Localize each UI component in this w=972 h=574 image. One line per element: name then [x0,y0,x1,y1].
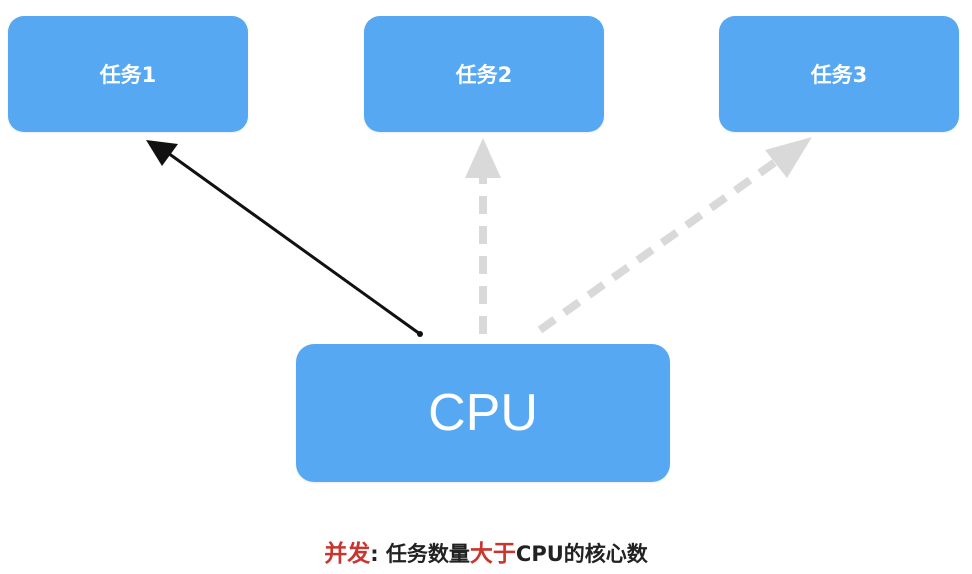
cpu-box: CPU [296,344,670,482]
task-2-label: 任务2 [455,63,513,87]
inactive-arrow-to-task-2 [465,138,501,334]
caption-part-2: CPU的核心数 [515,542,648,566]
task-1-label: 任务1 [99,63,157,87]
caption: 并发: 任务数量大于CPU的核心数 [0,534,972,568]
task-2-box: 任务2 [364,16,604,132]
task-1-box: 任务1 [8,16,248,132]
caption-term: 并发 [324,541,371,567]
inactive-arrow-to-task-3 [537,137,812,334]
active-arrow-to-task-1 [146,140,423,337]
caption-part-1: 任务数量 [385,542,470,566]
task-3-label: 任务3 [810,63,868,87]
cpu-label: CPU [428,384,538,442]
task-3-box: 任务3 [719,16,959,132]
caption-emphasis: 大于 [469,541,516,567]
caption-colon: : [370,542,379,566]
